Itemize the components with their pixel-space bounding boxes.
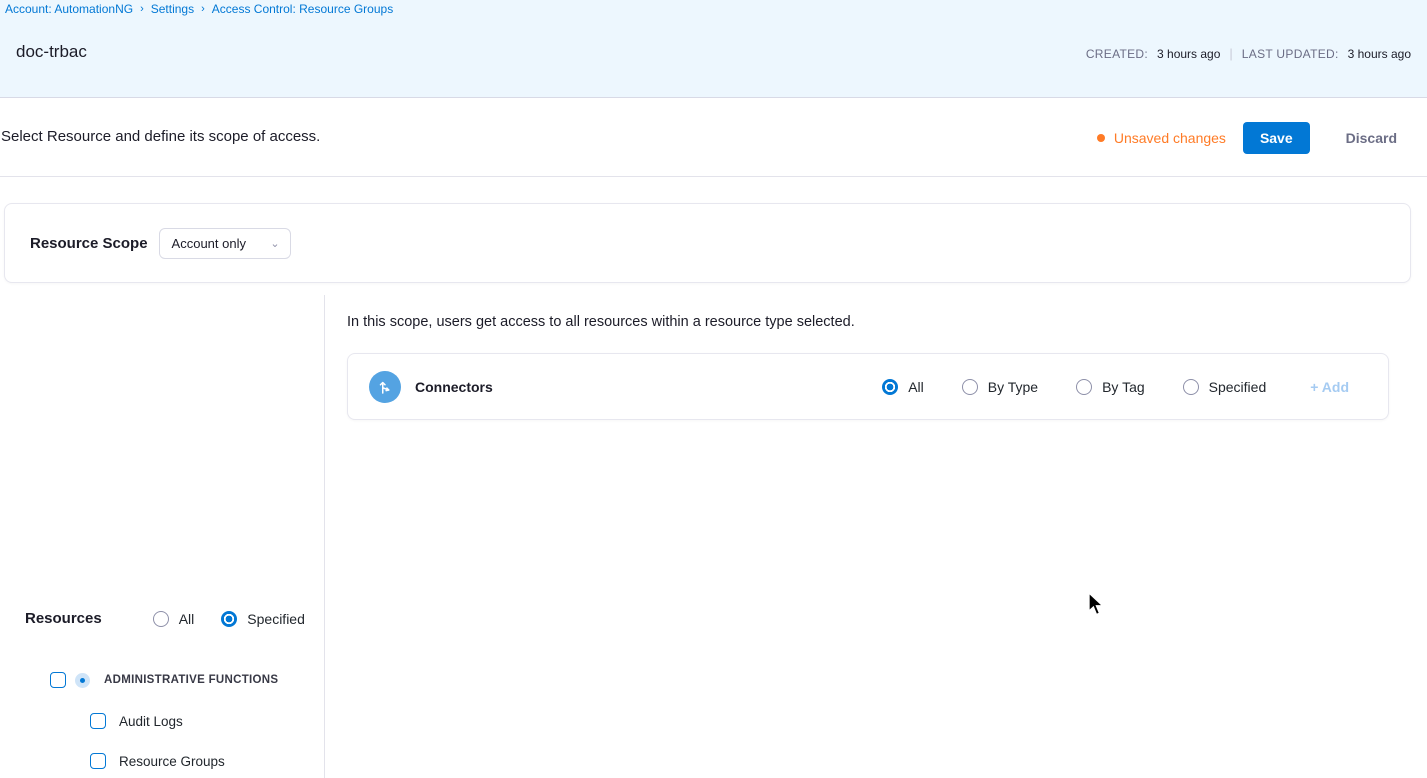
- last-updated-value: 3 hours ago: [1348, 47, 1411, 61]
- resources-title: Resources: [25, 610, 102, 627]
- group-collapse-toggle-icon[interactable]: [75, 673, 90, 688]
- created-label: CREATED:: [1086, 47, 1148, 61]
- radio-unselected-icon: [962, 379, 978, 395]
- radio-selected-icon: [882, 379, 898, 395]
- breadcrumb-account-link[interactable]: Account: AutomationNG: [5, 2, 133, 16]
- tree-group-administrative-functions: ADMINISTRATIVE FUNCTIONS: [50, 672, 278, 688]
- scope-instruction-text: In this scope, users get access to all r…: [347, 314, 855, 330]
- resources-all-radio[interactable]: All: [153, 611, 195, 627]
- connectors-specified-radio[interactable]: Specified: [1183, 379, 1267, 395]
- radio-unselected-icon: [1076, 379, 1092, 395]
- resource-scope-card: Resource Scope Account only ⌄: [4, 203, 1411, 283]
- page-title: doc-trbac: [16, 42, 87, 62]
- resource-detail-panel: In this scope, users get access to all r…: [326, 295, 1427, 778]
- action-toolbar: Select Resource and define its scope of …: [0, 98, 1427, 177]
- breadcrumb-separator-icon: ›: [201, 3, 205, 15]
- resource-checkbox-list: Audit Logs Resource Groups Default Setti…: [90, 701, 252, 778]
- connectors-access-options: All By Type By Tag Specified: [882, 379, 1266, 395]
- connectors-all-radio[interactable]: All: [882, 379, 924, 395]
- connectors-by-type-radio[interactable]: By Type: [962, 379, 1038, 395]
- resources-sidebar: Resources All Specified ADMINISTRATIVE F…: [0, 295, 325, 778]
- meta-divider: |: [1229, 46, 1232, 61]
- resource-scope-dropdown[interactable]: Account only ⌄: [159, 228, 291, 259]
- save-button[interactable]: Save: [1243, 122, 1310, 154]
- list-item-resource-groups[interactable]: Resource Groups: [90, 741, 252, 778]
- resource-scope-label: Resource Scope: [30, 235, 148, 252]
- resource-row-name: Connectors: [415, 379, 493, 395]
- tree-group-label: ADMINISTRATIVE FUNCTIONS: [104, 674, 278, 686]
- list-item-audit-logs[interactable]: Audit Logs: [90, 701, 252, 741]
- radio-unselected-icon: [1183, 379, 1199, 395]
- chevron-down-icon: ⌄: [270, 237, 279, 250]
- toolbar-actions: Unsaved changes Save Discard: [1097, 98, 1397, 177]
- breadcrumb-separator-icon: ›: [140, 3, 144, 15]
- connector-branch-icon: [369, 371, 401, 403]
- resources-all-label: All: [179, 611, 195, 627]
- page-header: Account: AutomationNG › Settings › Acces…: [0, 0, 1427, 98]
- last-updated-label: LAST UPDATED:: [1242, 47, 1339, 61]
- add-resources-link[interactable]: + Add: [1310, 379, 1349, 395]
- connectors-by-tag-radio[interactable]: By Tag: [1076, 379, 1145, 395]
- discard-button[interactable]: Discard: [1346, 130, 1397, 146]
- item-checkbox[interactable]: [90, 713, 106, 729]
- unsaved-changes-label: Unsaved changes: [1114, 130, 1226, 146]
- connectors-resource-row: Connectors All By Type By Tag Specified …: [347, 353, 1389, 420]
- breadcrumb: Account: AutomationNG › Settings › Acces…: [5, 2, 393, 16]
- item-checkbox[interactable]: [90, 753, 106, 769]
- group-checkbox[interactable]: [50, 672, 66, 688]
- radio-unselected-icon: [153, 611, 169, 627]
- resource-scope-selected-value: Account only: [172, 236, 271, 251]
- unsaved-dot-icon: [1097, 134, 1105, 142]
- radio-selected-icon: [221, 611, 237, 627]
- breadcrumb-settings-link[interactable]: Settings: [151, 2, 194, 16]
- resources-specified-radio[interactable]: Specified: [221, 611, 305, 627]
- unsaved-changes-badge: Unsaved changes: [1097, 130, 1226, 146]
- created-value: 3 hours ago: [1157, 47, 1220, 61]
- resources-specified-label: Specified: [247, 611, 305, 627]
- breadcrumb-resource-groups-link[interactable]: Access Control: Resource Groups: [212, 2, 393, 16]
- mouse-cursor-icon: [1087, 592, 1106, 623]
- toolbar-description: Select Resource and define its scope of …: [1, 128, 320, 145]
- header-meta: CREATED: 3 hours ago | LAST UPDATED: 3 h…: [1086, 46, 1411, 61]
